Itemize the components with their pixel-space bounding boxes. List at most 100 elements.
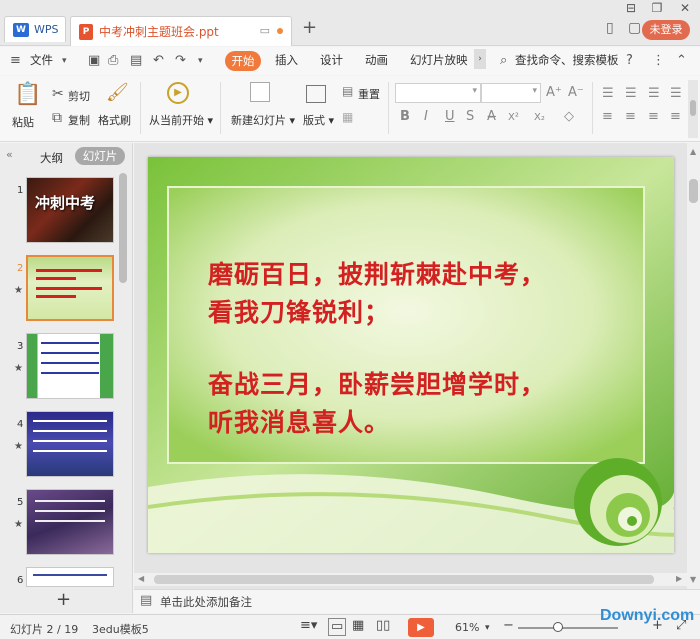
save-icon[interactable]: ▣	[88, 53, 100, 68]
numbered-list-icon[interactable]: ☰	[625, 86, 637, 101]
zoom-menu-icon[interactable]: ▾	[485, 623, 490, 633]
scroll-left-icon[interactable]: ◀	[138, 574, 144, 583]
paste-button[interactable]: 粘贴	[12, 114, 34, 130]
new-slide-icon[interactable]	[250, 82, 270, 102]
login-button[interactable]: 未登录	[642, 20, 690, 40]
copy-button[interactable]: 复制	[68, 112, 90, 128]
font-size-select[interactable]: ▾	[481, 83, 541, 103]
slide-thumbnail-2[interactable]	[26, 255, 114, 321]
window-menu-icon[interactable]: ▢	[628, 20, 641, 36]
new-slide-button[interactable]: 新建幻灯片 ▾	[231, 112, 295, 128]
copy-icon[interactable]: ⧉	[52, 110, 62, 126]
skin-icon[interactable]: ⊟	[618, 0, 644, 16]
collapse-panel-icon[interactable]: «	[6, 148, 13, 161]
reset-icon[interactable]: ▤	[342, 84, 353, 98]
layout-button[interactable]: 版式 ▾	[303, 112, 334, 128]
horizontal-scroll-thumb[interactable]	[154, 575, 654, 584]
new-tab-button[interactable]: +	[302, 17, 317, 38]
ribbon-scrollbar[interactable]	[688, 80, 698, 138]
search-icon[interactable]: ⌕	[500, 53, 507, 68]
print-preview-icon[interactable]: ▤	[130, 53, 142, 68]
chevron-down-icon[interactable]: ▾	[198, 56, 203, 66]
redo-icon[interactable]: ↷	[175, 53, 186, 68]
superscript-icon[interactable]: X²	[508, 112, 519, 123]
notes-placeholder[interactable]: 单击此处添加备注	[160, 594, 252, 610]
play-from-current-button[interactable]: 从当前开始 ▾	[149, 112, 213, 128]
collapse-ribbon-icon[interactable]: ⌃	[676, 53, 687, 68]
clear-format-icon[interactable]: ◇	[564, 109, 574, 124]
play-slideshow-button[interactable]: ▶	[408, 618, 434, 637]
reset-button[interactable]: 重置	[358, 86, 380, 102]
tab-status[interactable]: ▭	[260, 24, 283, 37]
slide-text-line-2[interactable]: 看我刀锋锐利；	[208, 293, 390, 329]
slide-thumbnail-4[interactable]	[26, 411, 114, 477]
search-commands[interactable]: 查找命令、搜索模板	[515, 52, 619, 68]
slide-text-line-1[interactable]: 磨砺百日，披荆斩棘赴中考，	[208, 255, 546, 291]
normal-view-icon[interactable]: ▭	[328, 618, 347, 636]
vertical-scroll-thumb[interactable]	[689, 179, 698, 203]
close-button[interactable]: ✕	[672, 0, 698, 16]
underline-icon[interactable]: U	[445, 109, 455, 124]
strikethrough-icon[interactable]: A̶	[487, 109, 496, 124]
horizontal-scrollbar[interactable]: ◀ ▶	[134, 573, 687, 586]
help-icon[interactable]: ?	[626, 53, 633, 68]
cut-button[interactable]: 剪切	[68, 88, 90, 104]
align-right-icon[interactable]: ≡	[648, 109, 659, 124]
scroll-up-icon[interactable]: ▲	[690, 147, 696, 156]
menu-design[interactable]: 设计	[320, 52, 343, 68]
align-left-icon[interactable]: ≡	[602, 109, 613, 124]
menu-insert[interactable]: 插入	[275, 52, 298, 68]
tablet-mode-icon[interactable]: ▯	[606, 20, 614, 36]
more-tabs-icon[interactable]: ›	[474, 49, 486, 69]
slide-thumbnail-1[interactable]: 冲刺中考	[26, 177, 114, 243]
zoom-level[interactable]: 61%	[455, 621, 479, 634]
hamburger-icon[interactable]: ≡	[10, 53, 21, 68]
slide-thumbnail-5[interactable]	[26, 489, 114, 555]
justify-icon[interactable]: ≡	[670, 109, 681, 124]
indent-icon[interactable]: ☰	[648, 86, 660, 101]
zoom-slider[interactable]	[518, 627, 618, 629]
notes-toggle-icon[interactable]: ≡▾	[300, 618, 317, 633]
zoom-out-icon[interactable]: −	[503, 618, 514, 633]
reading-view-icon[interactable]: ▯▯	[376, 618, 390, 633]
add-slide-button[interactable]: +	[56, 589, 71, 610]
slide-thumbnail-3[interactable]	[26, 333, 114, 399]
decrease-font-icon[interactable]: A⁻	[568, 85, 584, 100]
undo-icon[interactable]: ↶	[153, 53, 164, 68]
slide-thumbnail-6[interactable]	[26, 567, 114, 587]
menu-start[interactable]: 开始	[225, 51, 261, 71]
thumbnail-scrollbar[interactable]	[119, 173, 127, 283]
italic-icon[interactable]: I	[424, 109, 428, 124]
tab-slides[interactable]: 幻灯片	[75, 147, 125, 165]
shadow-icon[interactable]: S	[466, 109, 474, 124]
play-from-current-icon[interactable]: ▶	[167, 82, 189, 104]
vertical-scrollbar[interactable]: ▲ ▼	[687, 143, 700, 589]
slide-text-line-3[interactable]: 奋战三月，卧薪尝胆增学时，	[208, 365, 546, 401]
slide-text-line-4[interactable]: 听我消息喜人。	[208, 403, 390, 439]
menu-slideshow[interactable]: 幻灯片放映	[410, 52, 468, 68]
chevron-down-icon[interactable]: ▾	[62, 56, 67, 66]
outdent-icon[interactable]: ☰	[670, 86, 682, 101]
restore-button[interactable]: ❐	[644, 0, 670, 16]
tab-outline[interactable]: 大纲	[40, 150, 63, 166]
menu-file[interactable]: 文件	[30, 52, 53, 68]
scroll-right-icon[interactable]: ▶	[676, 574, 682, 583]
section-icon[interactable]: ▦	[342, 110, 353, 124]
format-painter-icon[interactable]: 🖌	[106, 82, 129, 103]
tab-document[interactable]: P 中考冲刺主题班会.ppt ▭	[70, 16, 292, 46]
increase-font-icon[interactable]: A⁺	[546, 85, 562, 100]
scroll-down-icon[interactable]: ▼	[690, 575, 696, 584]
subscript-icon[interactable]: X₂	[534, 112, 545, 123]
more-icon[interactable]: ⋮	[652, 53, 665, 68]
menu-animation[interactable]: 动画	[365, 52, 388, 68]
print-icon[interactable]: ⎙	[108, 53, 118, 68]
paste-icon[interactable]: 📋	[14, 82, 41, 107]
bullet-list-icon[interactable]: ☰	[602, 86, 614, 101]
bold-icon[interactable]: B	[400, 109, 410, 124]
format-painter-button[interactable]: 格式刷	[98, 112, 131, 128]
slide-sorter-icon[interactable]: ▦	[352, 618, 364, 633]
layout-icon[interactable]	[306, 85, 326, 103]
scissors-icon[interactable]: ✂	[52, 86, 64, 102]
tab-wps-home[interactable]: W WPS	[4, 16, 66, 42]
zoom-slider-knob[interactable]	[553, 622, 563, 632]
